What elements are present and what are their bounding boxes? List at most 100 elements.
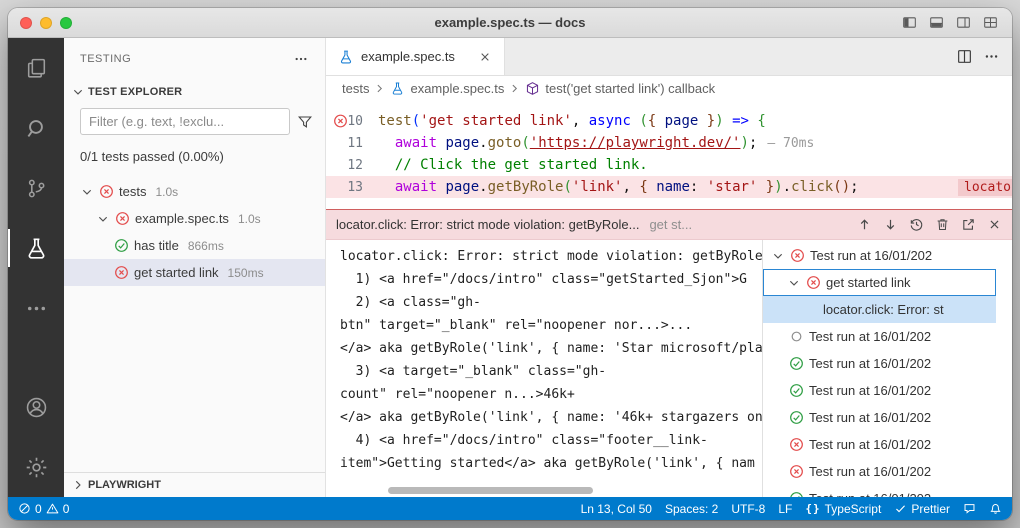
encoding-setting[interactable]: UTF-8 bbox=[731, 502, 765, 516]
code-token: 'https://playwright.dev/' bbox=[529, 135, 741, 151]
minimize-window-button[interactable] bbox=[40, 16, 52, 29]
test-error-icon bbox=[790, 248, 805, 263]
indentation-setting[interactable]: Spaces: 2 bbox=[665, 502, 718, 516]
eol-setting[interactable]: LF bbox=[778, 502, 792, 516]
zoom-window-button[interactable] bbox=[60, 16, 72, 29]
code-line[interactable]: 13 await page.getByRole('link', { name: … bbox=[326, 176, 1012, 198]
breadcrumb-item[interactable]: tests bbox=[342, 81, 369, 96]
test-tree-item[interactable]: has title 866ms bbox=[64, 232, 325, 259]
test-run-item[interactable]: Test run at 16/01/202 bbox=[763, 323, 996, 350]
test-run-item[interactable]: Test run at 16/01/202 bbox=[763, 404, 996, 431]
code-token: : bbox=[689, 179, 707, 195]
status-bar-right: Ln 13, Col 50 Spaces: 2 UTF-8 LF {} Type… bbox=[581, 502, 1002, 516]
language-mode[interactable]: {} TypeScript bbox=[805, 502, 881, 516]
editor-more-icon[interactable] bbox=[983, 48, 1000, 65]
code-line[interactable]: 11 await page.goto('https://playwright.d… bbox=[326, 132, 1012, 154]
filter-icon[interactable] bbox=[297, 114, 313, 130]
code-token: ) bbox=[715, 113, 724, 129]
formatter-status[interactable]: Prettier bbox=[894, 502, 950, 516]
toggle-secondary-sidebar-icon[interactable] bbox=[956, 15, 971, 30]
account-icon bbox=[24, 395, 49, 420]
code-line[interactable]: 10 test('get started link', async ({ page… bbox=[326, 110, 1012, 132]
breadcrumb-item[interactable]: test('get started link') callback bbox=[525, 81, 715, 96]
test-explorer-header[interactable]: TEST EXPLORER bbox=[64, 80, 325, 104]
playwright-section[interactable]: PLAYWRIGHT bbox=[64, 472, 325, 497]
test-run-item[interactable]: Test run at 16/01/202 bbox=[763, 431, 996, 458]
customize-layout-icon[interactable] bbox=[983, 15, 998, 30]
problems-indicator[interactable]: 0 0 bbox=[18, 502, 69, 516]
arrow-up-icon bbox=[857, 217, 872, 232]
line-number: 11 bbox=[347, 135, 363, 151]
code-line[interactable]: 12 // Click the get started link. bbox=[326, 154, 1012, 176]
activity-item-search[interactable] bbox=[8, 98, 64, 158]
peek-meta: get st... bbox=[649, 217, 693, 232]
more-icon bbox=[24, 296, 49, 321]
scm-icon bbox=[24, 176, 49, 201]
toggle-panel-icon[interactable] bbox=[929, 15, 944, 30]
test-run-item[interactable]: Test run at 16/01/202 bbox=[763, 350, 996, 377]
test-pass-icon bbox=[114, 238, 129, 253]
check-icon bbox=[894, 502, 907, 515]
line-number: 13 bbox=[347, 179, 363, 195]
line-number: 10 bbox=[347, 113, 363, 129]
breadcrumb-label: tests bbox=[342, 81, 370, 96]
sidebar-title: TESTING bbox=[80, 53, 132, 65]
editor-area: example.spec.ts tests example.spec.ts test… bbox=[326, 38, 1012, 497]
test-run-item[interactable]: Test run at 16/01/202 bbox=[763, 377, 996, 404]
breadcrumb-item[interactable]: example.spec.ts bbox=[390, 81, 504, 96]
code-area[interactable]: 10 test('get started link', async ({ page… bbox=[326, 101, 1012, 209]
test-error-icon bbox=[99, 184, 114, 199]
code-token: ( bbox=[833, 179, 842, 195]
peek-action-history[interactable] bbox=[909, 217, 924, 232]
test-run-item[interactable]: get started link bbox=[763, 269, 996, 296]
code-token: ( bbox=[411, 113, 421, 129]
error-message-panel[interactable]: locator.click: Error: strict mode violat… bbox=[326, 240, 762, 497]
tab-example-spec[interactable]: example.spec.ts bbox=[326, 38, 505, 75]
activity-item-more[interactable] bbox=[8, 278, 64, 338]
code-text: // Click the get started link. bbox=[378, 157, 648, 173]
peek-action-trash[interactable] bbox=[935, 217, 950, 232]
activity-item-explorer[interactable] bbox=[8, 38, 64, 98]
test-duration: 1.0s bbox=[237, 211, 261, 226]
test-run-item[interactable]: Test run at 16/01/202 bbox=[763, 458, 996, 485]
error-message-line: locator.click: Error: strict mode violat… bbox=[340, 249, 762, 264]
notifications-icon[interactable] bbox=[989, 502, 1002, 515]
titlebar[interactable]: example.spec.ts — docs bbox=[8, 8, 1012, 38]
peek-action-open-external[interactable] bbox=[961, 217, 976, 232]
test-filter-input[interactable] bbox=[80, 108, 290, 135]
activity-item-account[interactable] bbox=[8, 377, 64, 437]
test-run-item[interactable]: locator.click: Error: st bbox=[763, 296, 996, 323]
explorer-icon bbox=[24, 56, 49, 81]
test-error-icon bbox=[789, 464, 804, 479]
test-run-item[interactable]: Test run at 16/01/202 bbox=[763, 242, 996, 269]
peek-action-arrow-down[interactable] bbox=[883, 217, 898, 232]
close-window-button[interactable] bbox=[20, 16, 32, 29]
vscode-window: example.spec.ts — docs TESTING TEST EXPL… bbox=[8, 8, 1012, 520]
activity-item-settings[interactable] bbox=[8, 437, 64, 497]
error-count: 0 bbox=[35, 501, 42, 516]
code-token: await bbox=[394, 135, 438, 151]
error-message-lines: locator.click: Error: strict mode violat… bbox=[340, 245, 762, 475]
activity-item-source-control[interactable] bbox=[8, 158, 64, 218]
activity-item-testing[interactable] bbox=[8, 218, 64, 278]
close-tab-icon[interactable] bbox=[478, 50, 492, 64]
split-editor-icon[interactable] bbox=[956, 48, 973, 65]
peek-action-arrow-up[interactable] bbox=[857, 217, 872, 232]
peek-action-close[interactable] bbox=[987, 217, 1002, 232]
test-tree-item[interactable]: tests 1.0s bbox=[64, 178, 325, 205]
tab-bar: example.spec.ts bbox=[326, 38, 1012, 76]
test-tree-item[interactable]: example.spec.ts 1.0s bbox=[64, 205, 325, 232]
code-token: await bbox=[394, 179, 438, 195]
test-run-item[interactable]: Test run at 16/01/202 bbox=[763, 485, 996, 497]
horizontal-scrollbar[interactable] bbox=[388, 487, 593, 494]
breadcrumb-label: example.spec.ts bbox=[410, 81, 505, 96]
code-token: getByRole bbox=[487, 179, 564, 195]
toggle-primary-sidebar-icon[interactable] bbox=[902, 15, 917, 30]
feedback-icon[interactable] bbox=[963, 502, 976, 515]
test-circle-icon bbox=[789, 329, 804, 344]
sidebar-more-icon[interactable] bbox=[293, 51, 309, 67]
code-token: } bbox=[698, 113, 716, 129]
code-token: . bbox=[479, 135, 488, 151]
test-tree-item[interactable]: get started link 150ms bbox=[64, 259, 325, 286]
cursor-position[interactable]: Ln 13, Col 50 bbox=[581, 502, 652, 516]
